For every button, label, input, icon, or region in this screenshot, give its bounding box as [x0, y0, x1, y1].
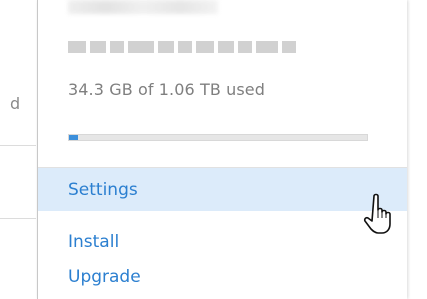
storage-progress-fill: [69, 135, 78, 140]
hand-pointer-icon: [363, 193, 391, 234]
background-partial-text: d: [10, 94, 21, 113]
redacted-account-name: [68, 0, 218, 14]
menu-item-label: Upgrade: [68, 267, 141, 287]
menu-item-label: Settings: [68, 179, 138, 200]
background-divider: [0, 218, 36, 219]
background-divider: [0, 145, 36, 146]
menu-item-upgrade[interactable]: Upgrade: [38, 262, 407, 299]
redacted-account-email: [68, 41, 304, 53]
storage-progress-bar: [68, 134, 368, 141]
storage-usage-text: 34.3 GB of 1.06 TB used: [68, 80, 266, 99]
menu-item-install[interactable]: Install: [38, 220, 407, 264]
menu-item-settings[interactable]: Settings: [38, 167, 407, 211]
account-dropdown-menu: 34.3 GB of 1.06 TB used Settings Install…: [37, 0, 407, 299]
menu-item-label: Install: [68, 232, 120, 252]
